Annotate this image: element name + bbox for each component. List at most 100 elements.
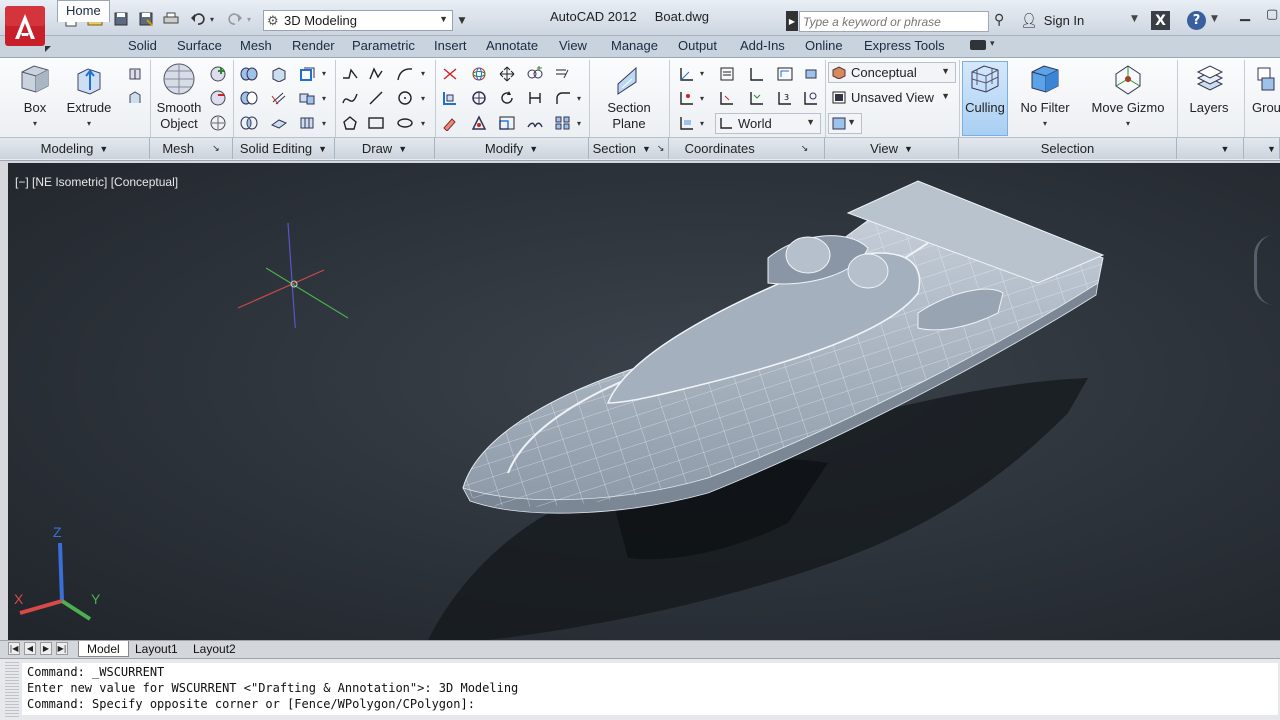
ucs-object-icon[interactable] [800,64,822,84]
move-gizmo-button[interactable]: Move Gizmo ▾ [1088,62,1168,132]
smooth-less-icon[interactable] [207,88,229,108]
sign-in-button[interactable]: 👤︎ Sign In [1020,12,1084,29]
help-icon[interactable]: ? [1187,11,1206,30]
ucs-world-icon[interactable] [800,88,822,108]
extract-faces-icon[interactable] [296,64,318,84]
tab-add-ins[interactable]: Add-Ins [738,38,787,57]
spline-icon[interactable] [339,88,361,108]
box-button[interactable]: Box ▾ [16,62,54,132]
line-icon[interactable] [365,88,387,108]
previous-layout-icon[interactable]: ◀ [24,642,36,655]
binoculars-icon[interactable]: ⚲ [994,12,1004,28]
ellipse-icon[interactable] [394,113,416,133]
3d-array-icon[interactable] [468,88,490,108]
3d-rotate-icon[interactable] [468,64,490,84]
ribbon-minimize-dropdown-icon[interactable]: ▾ [990,39,995,49]
last-layout-icon[interactable]: ▶| [56,642,68,655]
ucs-face-icon[interactable] [676,113,698,133]
customize-qat-dropdown[interactable]: ▼ [455,10,469,31]
thicken-icon[interactable] [268,113,290,133]
layers-button[interactable]: Layers [1184,62,1234,116]
subtract-icon[interactable] [238,88,260,108]
arc-icon[interactable] [394,64,416,84]
ucs-3point-icon[interactable]: 3 [774,88,796,108]
redo-dropdown-icon[interactable]: ▾ [244,10,254,28]
viewcube[interactable] [1254,235,1280,305]
panel-title-draw[interactable]: Draw ▼ [335,137,435,159]
panel-title-layers[interactable]: ▼ [1177,137,1244,159]
copy-icon[interactable] [552,64,574,84]
tab-solid[interactable]: Solid [126,38,159,57]
ucs-icon[interactable] [676,64,698,84]
tab-output[interactable]: Output [676,38,719,57]
panel-title-modify[interactable]: Modify ▼ [435,137,589,159]
save-as-icon[interactable] [137,10,155,28]
tab-online[interactable]: Online [803,38,845,57]
undo-dropdown-icon[interactable]: ▾ [207,10,217,28]
fillet-icon[interactable] [552,88,574,108]
visual-style-select[interactable]: Conceptual ▼ [828,62,956,83]
plot-icon[interactable] [162,10,180,28]
save-icon[interactable] [112,10,130,28]
viewport-config-select[interactable]: ▼ [828,113,862,134]
extrude-button[interactable]: Extrude ▾ [66,62,112,132]
chevron-down-icon[interactable]: ▾ [421,94,425,103]
trim-icon[interactable] [524,88,546,108]
chevron-down-icon[interactable]: ▾ [322,69,326,78]
panel-title-groups[interactable]: ▼ [1244,137,1280,159]
align-icon[interactable] [439,88,461,108]
3d-polyline-icon[interactable] [365,64,387,84]
maximize-window-icon[interactable]: ▢ [1266,7,1278,22]
3d-mirror-icon[interactable] [524,64,546,84]
smooth-object-button[interactable]: Smooth Object [153,62,205,132]
tab-layout2[interactable]: Layout2 [185,641,244,657]
chevron-down-icon[interactable]: ▾ [700,119,704,128]
sign-in-dropdown-icon[interactable]: ▼ [1131,14,1138,24]
groups-button[interactable]: Grou [1252,62,1280,116]
array-icon[interactable] [524,113,546,133]
drawing-viewport[interactable]: Z X Y [8,163,1280,640]
scale-icon[interactable] [496,113,518,133]
ucs-y-icon[interactable] [746,88,768,108]
chevron-down-icon[interactable]: ▾ [421,119,425,128]
redo-icon[interactable] [226,10,244,28]
shell-icon[interactable] [296,113,318,133]
polygon-icon[interactable] [339,113,361,133]
ucs-previous-icon[interactable] [716,88,738,108]
rotate-icon[interactable] [496,88,518,108]
help-dropdown-icon[interactable]: ▼ [1211,14,1218,24]
chevron-down-icon[interactable]: ▾ [700,94,704,103]
command-window-grip[interactable] [5,662,19,717]
chevron-down-icon[interactable]: ▾ [577,119,581,128]
culling-button[interactable]: Culling [962,62,1008,116]
tab-manage[interactable]: Manage [609,38,660,57]
polysolid-icon[interactable] [124,88,146,108]
no-filter-button[interactable]: No Filter ▾ [1017,62,1073,132]
panel-title-view[interactable]: View ▼ [825,137,959,159]
section-plane-button[interactable]: Section Plane [603,62,655,132]
ucs-x-icon[interactable] [746,64,768,84]
presspull-icon[interactable] [124,64,146,84]
panel-title-solid-editing[interactable]: Solid Editing ▼ [233,137,335,159]
chevron-down-icon[interactable]: ▾ [700,69,704,78]
first-layout-icon[interactable]: |◀ [8,642,20,655]
smooth-more-icon[interactable] [207,64,229,84]
3d-move-gizmo-icon[interactable] [496,64,518,84]
block-array-icon[interactable] [552,113,574,133]
viewport-controls-label[interactable]: [−] [NE Isometric] [Conceptual] [15,175,178,189]
tab-view[interactable]: View [557,38,589,57]
union-icon[interactable] [238,64,260,84]
chevron-down-icon[interactable]: ▾ [421,69,425,78]
panel-title-mesh[interactable]: Mesh ↘ [150,137,233,159]
panel-title-section[interactable]: Section ▼ ↘ [589,137,669,159]
command-history[interactable]: Command: _WSCURRENT Enter new value for W… [22,663,1278,715]
ucs-view-icon[interactable] [774,64,796,84]
next-layout-icon[interactable]: ▶ [40,642,52,655]
panel-title-coordinates[interactable]: Coordinates ↘ [669,137,825,159]
panel-title-modeling[interactable]: Modeling ▼ [0,137,150,159]
chevron-down-icon[interactable]: ▾ [322,94,326,103]
tab-model[interactable]: Model [78,641,129,657]
ucs-world-select[interactable]: World ▼ [715,113,821,134]
search-input[interactable] [799,11,989,32]
chevron-down-icon[interactable]: ▾ [322,119,326,128]
